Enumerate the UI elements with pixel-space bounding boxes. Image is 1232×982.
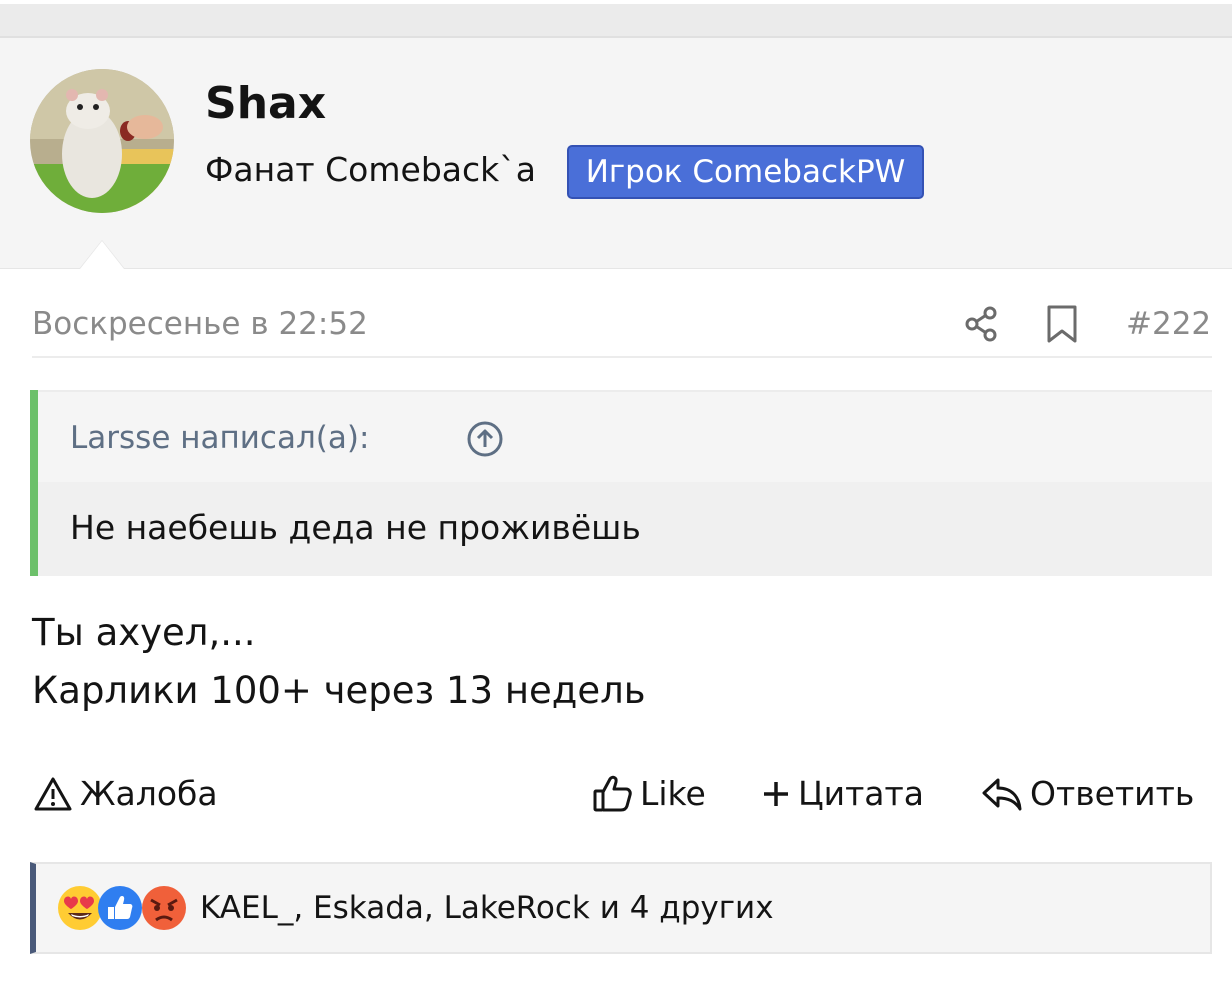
quote-block: Larsse написал(а): Не наебешь деда не пр…: [30, 390, 1212, 576]
thumbs-up-icon: [593, 775, 632, 812]
report-button[interactable]: Жалоба: [32, 770, 218, 818]
report-label: Жалоба: [80, 774, 218, 813]
meta-divider: [32, 356, 1212, 358]
share-icon[interactable]: [962, 304, 1002, 344]
user-banner-badge: Игрок ComebackPW: [567, 145, 924, 199]
plus-icon: [764, 782, 788, 806]
angry-face-emoji-icon[interactable]: [140, 884, 188, 932]
reactions-bar[interactable]: KAEL_, Eskada, LakeRock и 4 других: [30, 862, 1212, 954]
quote-header: Larsse написал(а):: [38, 390, 1212, 482]
reactions-summary[interactable]: KAEL_, Eskada, LakeRock и 4 других: [200, 884, 774, 932]
like-label: Like: [640, 774, 706, 813]
bookmark-icon[interactable]: [1045, 304, 1079, 344]
quote-text: Не наебешь деда не проживёшь: [70, 508, 641, 547]
quote-body: Не наебешь деда не проживёшь: [38, 482, 1212, 576]
post-date[interactable]: Воскресенье в 22:52: [32, 302, 368, 346]
warning-triangle-icon: [34, 777, 72, 811]
post-number[interactable]: #222: [1126, 302, 1211, 346]
post-body-line-1: Ты ахуел,...: [32, 611, 256, 654]
arrow-up-circle-icon[interactable]: [466, 420, 504, 458]
quote-author[interactable]: Larsse написал(а):: [70, 416, 369, 460]
post-body: Ты ахуел,... Карлики 100+ через 13 недел…: [32, 604, 646, 720]
header-notch: [80, 241, 124, 269]
avatar[interactable]: [30, 69, 174, 213]
like-button[interactable]: Like: [592, 770, 706, 818]
thumbs-up-reaction-icon[interactable]: [96, 884, 144, 932]
reply-label: Ответить: [1030, 774, 1195, 813]
reply-button[interactable]: Ответить: [980, 770, 1194, 818]
post-body-line-2: Карлики 100+ через 13 недель: [32, 669, 646, 712]
top-bar: [0, 0, 1232, 38]
quote-button[interactable]: Цитата: [760, 770, 924, 818]
avatar-image-icon: [30, 69, 174, 213]
username[interactable]: Shax: [205, 76, 326, 132]
reply-arrow-icon: [982, 778, 1022, 811]
quote-label: Цитата: [798, 774, 924, 813]
user-title: Фанат Comeback`a: [205, 150, 536, 189]
